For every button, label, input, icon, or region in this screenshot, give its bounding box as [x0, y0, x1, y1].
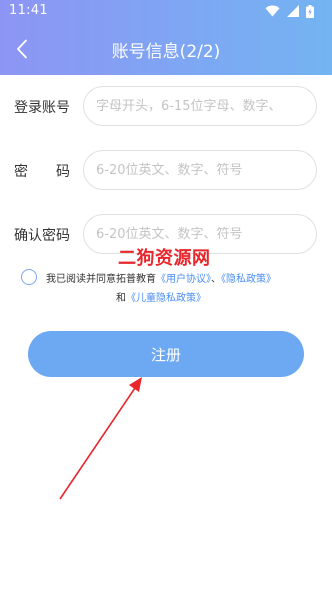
- annotation-arrow-line: [59, 387, 136, 500]
- annotation-arrow-overlay: [59, 377, 142, 500]
- annotation-arrow-head: [129, 377, 142, 392]
